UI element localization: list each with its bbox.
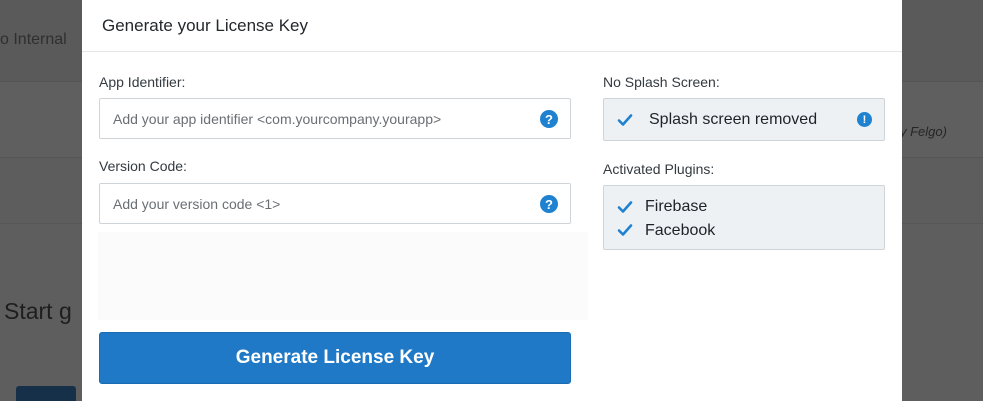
background-section-heading: Start g xyxy=(4,298,72,324)
activated-plugins-label: Activated Plugins: xyxy=(603,161,715,177)
exclamation-circle-icon[interactable]: ! xyxy=(857,112,872,127)
license-key-modal: Generate your License Key App Identifier… xyxy=(82,0,902,401)
plugin-item-firebase: Firebase xyxy=(645,198,708,215)
checkmark-icon xyxy=(617,201,633,213)
question-circle-icon[interactable]: ? xyxy=(540,195,558,213)
splash-status-text: Splash screen removed xyxy=(649,111,818,128)
app-identifier-label: App Identifier: xyxy=(99,74,186,90)
checkmark-icon xyxy=(617,224,633,236)
background-note-text: y Felgo) xyxy=(900,124,947,139)
generate-license-key-button[interactable]: Generate License Key xyxy=(99,332,571,384)
version-code-placeholder: Add your version code <1> xyxy=(113,195,281,212)
plugins-box: Firebase Facebook xyxy=(603,185,885,250)
form-spacer xyxy=(98,232,588,320)
modal-header: Generate your License Key xyxy=(82,0,902,52)
version-code-input[interactable]: Add your version code <1> ? xyxy=(99,183,571,224)
no-splash-label: No Splash Screen: xyxy=(603,74,720,90)
splash-status-box: Splash screen removed ! xyxy=(603,98,885,141)
modal-title: Generate your License Key xyxy=(102,15,309,35)
checkmark-icon xyxy=(617,114,633,126)
app-identifier-placeholder: Add your app identifier <com.yourcompany… xyxy=(113,110,442,127)
background-tab-label: o Internal xyxy=(0,31,67,48)
question-circle-icon[interactable]: ? xyxy=(540,110,558,128)
background-button xyxy=(16,386,76,401)
plugin-item-facebook: Facebook xyxy=(645,222,716,239)
app-identifier-input[interactable]: Add your app identifier <com.yourcompany… xyxy=(99,98,571,139)
version-code-label: Version Code: xyxy=(99,158,187,174)
